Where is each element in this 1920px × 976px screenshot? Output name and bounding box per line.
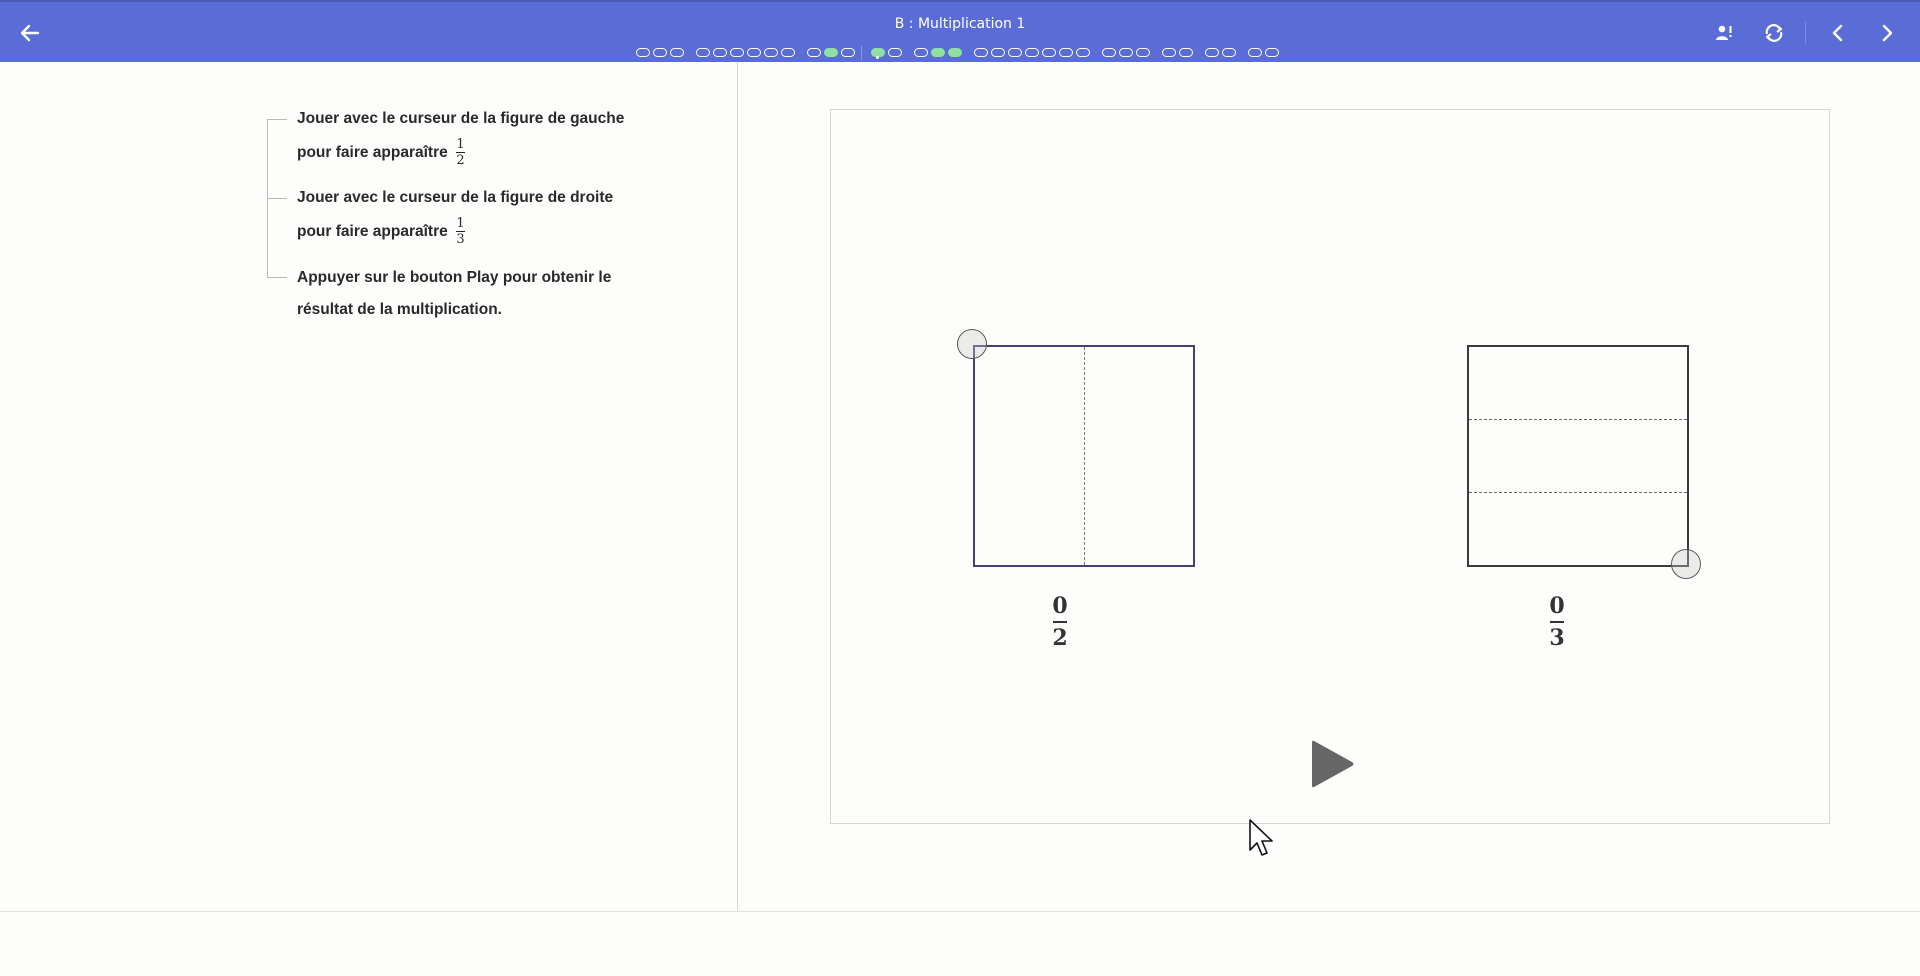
progress-step[interactable] bbox=[781, 48, 795, 57]
fraction-denominator: 2 bbox=[456, 153, 465, 169]
progress-step[interactable] bbox=[1008, 48, 1022, 57]
partition-line bbox=[1469, 492, 1687, 493]
progress-step[interactable] bbox=[914, 48, 928, 57]
left-fraction-label: 0 2 bbox=[1030, 593, 1090, 651]
progress-step[interactable] bbox=[1059, 48, 1073, 57]
partition-line bbox=[1469, 419, 1687, 420]
right-slider-handle[interactable] bbox=[1671, 549, 1701, 579]
progress-step[interactable] bbox=[841, 48, 855, 57]
progress-step[interactable] bbox=[948, 48, 962, 57]
step-tick bbox=[267, 119, 287, 120]
progress-step[interactable] bbox=[730, 48, 744, 57]
next-button[interactable] bbox=[1871, 18, 1903, 48]
progress-step[interactable] bbox=[871, 48, 885, 59]
progress-step[interactable] bbox=[696, 48, 710, 57]
play-icon bbox=[1312, 740, 1354, 788]
chevron-right-icon bbox=[1882, 24, 1893, 42]
left-fraction-denominator: 2 bbox=[1052, 625, 1068, 651]
progress-step[interactable] bbox=[1222, 48, 1236, 57]
right-fraction-numerator: 0 bbox=[1549, 593, 1565, 619]
instruction-step-2-fraction: 1 3 bbox=[456, 216, 466, 248]
panel-divider bbox=[737, 62, 738, 912]
instruction-step-1: Jouer avec le curseur de la figure de ga… bbox=[297, 102, 637, 170]
progress-step[interactable] bbox=[1179, 48, 1193, 57]
right-fraction-label: 0 3 bbox=[1527, 593, 1587, 651]
progress-step[interactable] bbox=[713, 48, 727, 57]
left-fraction-numerator: 0 bbox=[1052, 593, 1068, 619]
progress-step[interactable] bbox=[1025, 48, 1039, 57]
progress-step[interactable] bbox=[1162, 48, 1176, 57]
progress-step[interactable] bbox=[636, 48, 650, 57]
play-button[interactable] bbox=[1310, 738, 1356, 790]
right-fraction-denominator: 3 bbox=[1549, 625, 1565, 651]
progress-step[interactable] bbox=[670, 48, 684, 57]
progress-step[interactable] bbox=[1265, 48, 1279, 57]
progress-step[interactable] bbox=[991, 48, 1005, 57]
top-bar: B : Multiplication 1 bbox=[0, 0, 1920, 62]
progress-step[interactable] bbox=[807, 48, 821, 57]
instruction-step-1-fraction: 1 2 bbox=[456, 137, 466, 169]
fraction-numerator: 1 bbox=[456, 137, 465, 153]
instruction-step-3: Appuyer sur le bouton Play pour obtenir … bbox=[297, 269, 612, 318]
refresh-button[interactable] bbox=[1758, 18, 1790, 48]
progress-indicator bbox=[0, 46, 1920, 60]
step-tick bbox=[267, 277, 287, 278]
progress-step[interactable] bbox=[888, 48, 902, 57]
left-fraction-square bbox=[973, 345, 1195, 567]
fraction-numerator: 1 bbox=[456, 216, 465, 232]
progress-step[interactable] bbox=[824, 48, 838, 57]
toolbar-separator bbox=[1805, 22, 1806, 44]
mouse-pointer-icon bbox=[1249, 819, 1273, 856]
previous-button[interactable] bbox=[1822, 18, 1854, 48]
progress-step[interactable] bbox=[764, 48, 778, 57]
left-slider-handle[interactable] bbox=[957, 329, 987, 359]
footer-divider bbox=[0, 911, 1920, 912]
refresh-icon bbox=[1765, 24, 1783, 42]
progress-step[interactable] bbox=[747, 48, 761, 57]
progress-step[interactable] bbox=[653, 48, 667, 57]
instruction-step-2: Jouer avec le curseur de la figure de dr… bbox=[297, 181, 637, 249]
progress-step[interactable] bbox=[1102, 48, 1116, 57]
user-alert-icon bbox=[1716, 25, 1732, 40]
partition-line bbox=[1084, 347, 1085, 565]
user-button[interactable] bbox=[1708, 18, 1740, 48]
step-tick bbox=[267, 198, 287, 199]
progress-step[interactable] bbox=[1076, 48, 1090, 57]
right-fraction-square bbox=[1467, 345, 1689, 567]
progress-step[interactable] bbox=[974, 48, 988, 57]
page-title: B : Multiplication 1 bbox=[894, 16, 1026, 32]
progress-step[interactable] bbox=[1205, 48, 1219, 57]
progress-step[interactable] bbox=[931, 48, 945, 57]
progress-step[interactable] bbox=[1136, 48, 1150, 57]
progress-step[interactable] bbox=[1042, 48, 1056, 57]
fraction-denominator: 3 bbox=[456, 232, 465, 248]
progress-separator bbox=[861, 46, 862, 60]
progress-step[interactable] bbox=[1248, 48, 1262, 57]
chevron-left-icon bbox=[1832, 24, 1843, 42]
progress-step[interactable] bbox=[1119, 48, 1133, 57]
